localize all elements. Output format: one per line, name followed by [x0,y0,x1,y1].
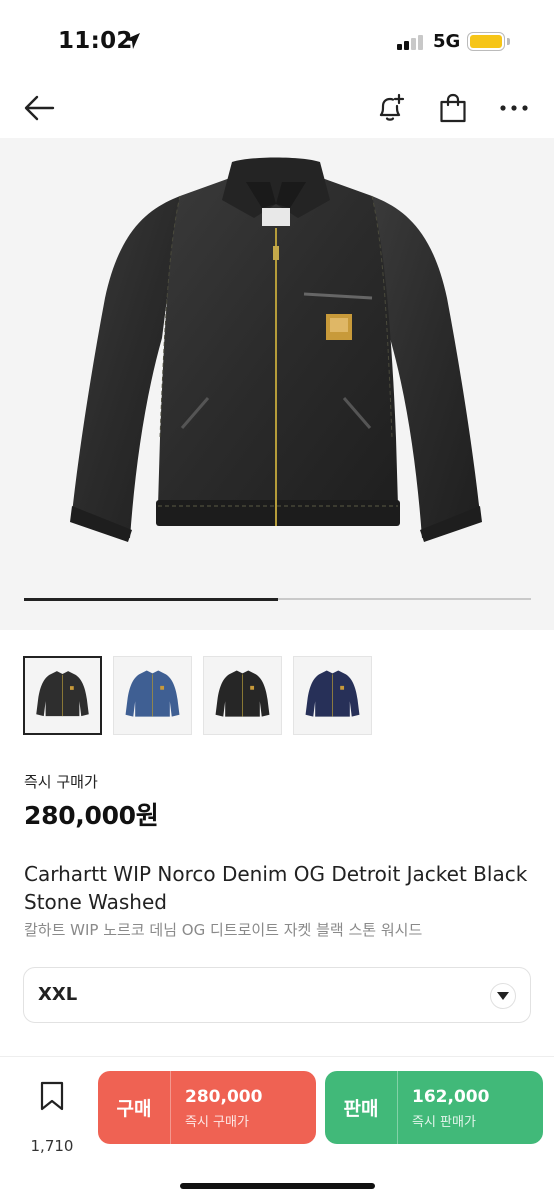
thumbnail-jacket-image [215,670,270,717]
status-bar: 11:02 5G [0,0,554,80]
signal-strength-icon [397,34,425,50]
sell-label: 판매 [343,1098,379,1120]
wishlist-button[interactable]: 1,710 [24,1081,80,1155]
chevron-down-icon [490,983,516,1009]
home-indicator [180,1183,375,1189]
thumbnail-navy[interactable] [293,656,372,735]
size-value: XXL [38,984,78,1005]
wish-count: 1,710 [30,1137,74,1155]
location-arrow-icon [124,33,140,49]
buy-divider [170,1071,171,1144]
battery-cap [507,38,510,45]
gallery-progress-fill [24,597,278,601]
thumbnail-blue-denim[interactable] [113,656,192,735]
thumbnail-jacket-image [125,670,180,717]
product-image [70,157,482,542]
battery-icon [467,32,505,51]
sell-price: 162,000 [412,1087,490,1107]
product-image-gallery[interactable] [0,138,554,630]
buy-button[interactable]: 구매 280,000 즉시 구매가 [98,1071,316,1144]
sell-button[interactable]: 판매 162,000 즉시 판매가 [325,1071,543,1144]
thumbnail-black-stone-washed[interactable] [23,656,102,735]
arrow-left-icon [24,95,55,121]
shopping-bag-icon [440,93,466,123]
network-label: 5G [433,31,461,52]
gallery-progress-track [24,597,531,601]
product-subtitle: 칼하트 WIP 노르코 데님 OG 디트로이트 자켓 블랙 스톤 워시드 [24,921,423,939]
bell-plus-icon [379,93,405,121]
bag-button[interactable] [435,90,471,126]
more-button[interactable] [496,90,532,126]
sell-divider [397,1071,398,1144]
buy-sub-label: 즉시 구매가 [185,1115,249,1130]
thumbnail-black[interactable] [203,656,282,735]
buy-label: 구매 [116,1098,152,1120]
thumbnail-jacket-image [305,670,360,717]
buy-price: 280,000 [185,1087,263,1107]
bottom-action-bar: 1,710 구매 280,000 즉시 구매가 판매 162,000 즉시 판매… [0,1056,554,1200]
back-button[interactable] [21,90,57,126]
thumbnail-jacket-image [36,671,89,717]
price-label: 즉시 구매가 [24,773,98,791]
size-select[interactable]: XXL [23,967,531,1023]
more-horizontal-icon [500,105,528,111]
sell-sub-label: 즉시 판매가 [412,1115,476,1130]
nav-bar [0,80,554,138]
product-title: Carhartt WIP Norco Denim OG Detroit Jack… [24,862,528,914]
bookmark-icon [40,1081,64,1111]
price-alert-button[interactable] [372,90,408,126]
price-value: 280,000원 [24,801,159,830]
